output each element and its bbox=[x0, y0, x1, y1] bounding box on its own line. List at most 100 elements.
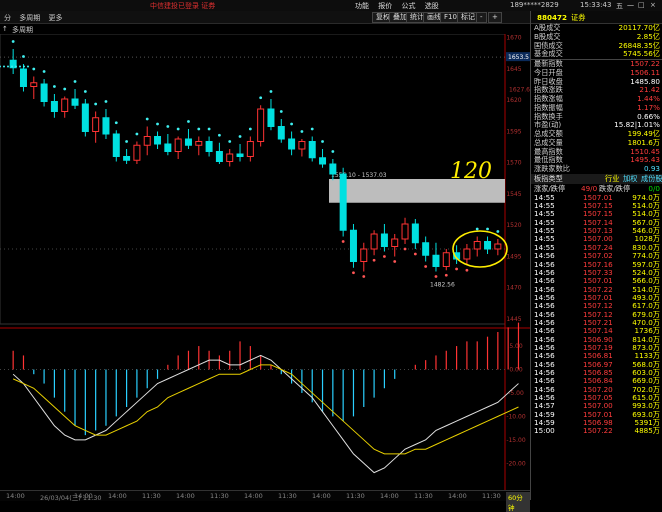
candle-body bbox=[391, 238, 399, 247]
sar-dot bbox=[11, 40, 15, 43]
sar-dot bbox=[114, 121, 118, 125]
sar-dot bbox=[424, 265, 428, 268]
sar-dot bbox=[0, 65, 1, 68]
candle-body bbox=[319, 157, 327, 165]
time-axis-label: 14:00 bbox=[108, 492, 127, 500]
price-axis-label: 1445 bbox=[506, 316, 521, 323]
sar-dot bbox=[434, 275, 438, 278]
maximize-button[interactable]: □ bbox=[638, 1, 645, 9]
market-value: 5745.56亿 bbox=[623, 49, 660, 59]
menu-item-formula[interactable]: 公式 bbox=[401, 2, 415, 10]
candle-body bbox=[61, 98, 69, 112]
menu-item-quote[interactable]: 报价 bbox=[378, 2, 392, 10]
sar-dot bbox=[104, 100, 108, 103]
candle-body bbox=[401, 223, 409, 240]
block-type-label: 板指类型 bbox=[534, 173, 563, 183]
candle-body bbox=[184, 138, 192, 146]
time-axis-label: 11:30 bbox=[346, 492, 365, 500]
candle-body bbox=[30, 82, 38, 87]
candle-body bbox=[494, 243, 502, 250]
candle-body bbox=[71, 98, 79, 106]
time-axis-label: 14:00 bbox=[74, 492, 93, 500]
candle-body bbox=[226, 153, 234, 162]
tick-row: 15:00 1507.22 4885万 bbox=[531, 426, 662, 436]
candle-body bbox=[102, 117, 110, 135]
clock: 15:33:43 bbox=[580, 1, 612, 9]
candle-body bbox=[422, 242, 430, 256]
price-axis-label: 1595 bbox=[506, 128, 521, 135]
close-button[interactable]: × bbox=[650, 1, 656, 9]
sar-dot bbox=[331, 150, 335, 153]
candle-body bbox=[112, 133, 120, 157]
skin-button[interactable]: 五 bbox=[616, 1, 623, 11]
candle-body bbox=[473, 241, 481, 250]
sar-dot bbox=[269, 90, 273, 93]
sar-dot bbox=[145, 117, 149, 121]
sar-dot bbox=[23, 65, 25, 68]
time-axis-label: 14:00 bbox=[6, 492, 25, 500]
range-label: 1556.10 - 1537.03 bbox=[331, 172, 387, 179]
candle-body bbox=[174, 138, 182, 152]
sar-dot bbox=[310, 127, 314, 131]
sar-dot bbox=[475, 227, 479, 231]
account-id[interactable]: 189*****2829 bbox=[510, 1, 559, 9]
macd-axis-label: -15.00 bbox=[506, 437, 526, 444]
tab-constituents[interactable]: 成份股 bbox=[641, 174, 662, 184]
candle-body bbox=[288, 138, 296, 150]
price-axis-label: 1645 bbox=[506, 66, 521, 73]
candle-body bbox=[205, 141, 213, 152]
candle-body bbox=[92, 117, 100, 132]
window-title: 中信建投已登录 证券 bbox=[150, 2, 216, 10]
macd-axis-label: 0.00 bbox=[509, 367, 523, 374]
candle-body bbox=[50, 101, 58, 112]
price-tag-label: 1627.60 bbox=[509, 87, 530, 94]
candle-body bbox=[267, 108, 275, 127]
candle-body bbox=[277, 126, 285, 140]
menu-item-stock-select[interactable]: 选股 bbox=[425, 2, 439, 10]
sar-dot bbox=[455, 267, 458, 271]
sar-dot bbox=[166, 125, 170, 128]
tab-multi-period[interactable]: 多周期 bbox=[19, 14, 40, 22]
time-axis-label: 14:00 bbox=[244, 492, 263, 500]
menu-item-function[interactable]: 功能 bbox=[355, 2, 369, 10]
kline-chart[interactable]: 1670 1645 1620 1595 1570 1545 1520 1495 1470 1445… bbox=[0, 34, 530, 490]
sar-dot bbox=[228, 140, 232, 143]
sar-dot bbox=[290, 122, 293, 126]
zoom-out-button[interactable]: - bbox=[476, 12, 487, 23]
candle-body bbox=[411, 223, 419, 244]
time-axis-label: 11:30 bbox=[278, 492, 297, 500]
sar-dot bbox=[94, 102, 98, 106]
up-arrow-icon[interactable]: ↑ bbox=[2, 25, 8, 33]
sar-dot bbox=[7, 65, 9, 68]
tab-more[interactable]: 更多 bbox=[48, 14, 62, 22]
sar-dot bbox=[486, 227, 489, 231]
sar-dot bbox=[156, 122, 159, 126]
dea-line bbox=[12, 364, 519, 455]
sar-dot bbox=[187, 120, 190, 123]
time-axis-label: 11:30 bbox=[142, 492, 161, 500]
tick-price: 1507.22 bbox=[583, 426, 613, 436]
index-value: 0.93 bbox=[643, 164, 660, 173]
period-button[interactable]: 60分钟 bbox=[506, 492, 530, 512]
tab-weighted[interactable]: 加权 bbox=[623, 174, 637, 184]
sar-dot bbox=[135, 132, 139, 136]
sar-dot bbox=[125, 140, 128, 143]
price-axis-label: 1520 bbox=[506, 222, 521, 229]
minimize-button[interactable]: 一 bbox=[627, 1, 634, 11]
sar-dot bbox=[207, 127, 211, 131]
sar-dot bbox=[496, 230, 500, 233]
candle-body bbox=[81, 103, 89, 132]
price-axis-label: 1545 bbox=[506, 191, 521, 198]
sar-dot bbox=[259, 96, 263, 100]
price-axis-label: 1570 bbox=[506, 160, 521, 167]
market-row: 基金成交 5745.56亿 bbox=[531, 49, 662, 59]
zoom-in-button[interactable]: + bbox=[488, 12, 502, 23]
tab-minute[interactable]: 分 bbox=[4, 14, 11, 22]
price-axis-label: 1670 bbox=[506, 35, 521, 42]
time-axis-label: 11:30 bbox=[482, 492, 501, 500]
main-menu: 功能 报价 公式 选股 bbox=[355, 1, 446, 11]
candle-body bbox=[246, 141, 254, 157]
candle-body bbox=[360, 248, 368, 262]
sar-dot bbox=[321, 140, 324, 143]
tab-industry[interactable]: 行业 bbox=[605, 174, 619, 184]
